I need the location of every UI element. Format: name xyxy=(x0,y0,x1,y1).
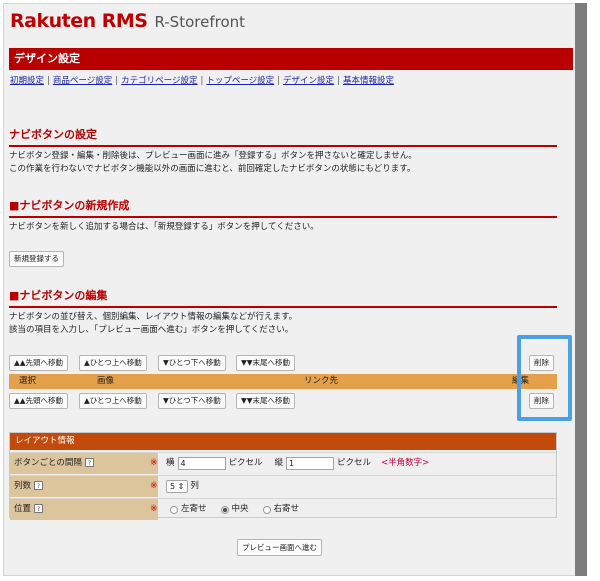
navi-description-line-2: この作業を行わないでナビボタン機能以外の画面に進むと、前回確定したナビボタンの状… xyxy=(9,164,416,174)
vertical-unit: ピクセル xyxy=(337,458,372,468)
delete-buttons-highlight xyxy=(517,335,572,421)
columns-select[interactable]: 5 ⇕ xyxy=(166,480,189,493)
edit-button-heading: ■ナビボタンの編集 xyxy=(9,287,557,308)
rakuten-rms-logo: Rakuten RMS R-Storefront xyxy=(10,10,245,36)
columns-suffix: 列 xyxy=(190,481,199,491)
layout-info-panel: レイアウト情報 ボタンごとの間隔? ※ 横 4 ピクセル 縦 1 ピクセル <半… xyxy=(9,432,557,520)
nav-design-settings[interactable]: デザイン設定 xyxy=(283,76,334,86)
required-mark: ※ xyxy=(150,504,158,514)
columns-label: 列数 xyxy=(14,481,32,491)
nav-separator: | xyxy=(277,76,281,86)
vertical-label: 縦 xyxy=(274,458,284,468)
help-icon[interactable]: ? xyxy=(84,458,94,467)
move-down-button[interactable]: ▼ひとつ下へ移動 xyxy=(158,355,226,371)
logo-brand: Rakuten RMS xyxy=(10,10,148,32)
horizontal-spacing-input[interactable]: 4 xyxy=(177,457,226,470)
navi-description: ナビボタン登録・編集・削除後は、プレビュー画面に進み「登録する」ボタンを押さない… xyxy=(9,150,417,176)
columns-values: 5 ⇕ 列 xyxy=(166,476,199,497)
columns-row: 列数? ※ 5 ⇕ 列 xyxy=(10,475,556,497)
new-register-button[interactable]: 新規登録する xyxy=(9,251,64,267)
new-button-description: ナビボタンを新しく追加する場合は、「新規登録する」ボタンを押してください。 xyxy=(9,222,319,232)
radio-left[interactable] xyxy=(170,505,178,514)
move-up-button[interactable]: ▲ひとつ上へ移動 xyxy=(79,355,147,371)
nav-separator: | xyxy=(115,76,119,86)
vertical-scrollbar[interactable] xyxy=(575,3,587,576)
columns-label-cell: 列数? xyxy=(10,476,158,497)
navi-settings-heading: ナビボタンの設定 xyxy=(9,126,557,147)
horizontal-unit: ピクセル xyxy=(228,458,263,468)
move-top-button[interactable]: ▲▲先頭へ移動 xyxy=(9,355,69,371)
settings-nav: 初期設定 | 商品ページ設定 | カテゴリページ設定 | トップページ設定 | デザイン設定 | 基… xyxy=(10,74,394,86)
select-arrows-icon: ⇕ xyxy=(177,482,185,491)
move-bottom-button[interactable]: ▼▼末尾へ移動 xyxy=(236,355,296,371)
position-label: 位置 xyxy=(14,504,32,514)
nav-separator: | xyxy=(47,76,50,86)
horizontal-label: 横 xyxy=(166,458,175,468)
columns-select-value: 5 xyxy=(170,482,176,491)
radio-right[interactable] xyxy=(262,505,271,514)
move-bottom-button-bottom[interactable]: ▼▼末尾へ移動 xyxy=(236,393,296,409)
nav-top-page[interactable]: トップページ設定 xyxy=(206,76,274,86)
page-title: デザイン設定 xyxy=(9,48,573,70)
vertical-spacing-input[interactable]: 1 xyxy=(286,457,335,470)
navi-description-line-1: ナビボタン登録・編集・削除後は、プレビュー画面に進み「登録する」ボタンを押さない… xyxy=(9,151,417,161)
preview-button[interactable]: プレビュー画面へ進む xyxy=(237,539,322,556)
logo-sub: R-Storefront xyxy=(154,13,246,31)
nav-category-page[interactable]: カテゴリページ設定 xyxy=(121,76,197,86)
nav-product-page[interactable]: 商品ページ設定 xyxy=(53,76,112,86)
required-mark: ※ xyxy=(150,458,158,468)
required-mark: ※ xyxy=(150,481,158,491)
edit-description-line-1: ナビボタンの並び替え、個別編集、レイアウト情報の編集などが行えます。 xyxy=(9,312,298,322)
spacing-row: ボタンごとの間隔? ※ 横 4 ピクセル 縦 1 ピクセル <半角数字> xyxy=(10,452,556,474)
column-select: 選択 xyxy=(19,376,37,386)
spacing-values: 横 4 ピクセル 縦 1 ピクセル <半角数字> xyxy=(166,453,429,474)
nav-separator: | xyxy=(200,76,204,86)
spacing-label: ボタンごとの間隔 xyxy=(14,458,82,468)
nav-basic-info[interactable]: 基本情報設定 xyxy=(343,76,394,86)
radio-left-label: 左寄せ xyxy=(181,504,207,514)
move-top-button-bottom[interactable]: ▲▲先頭へ移動 xyxy=(9,393,69,409)
radio-center[interactable] xyxy=(220,505,229,514)
column-image: 画像 xyxy=(97,376,115,386)
radio-center-label: 中央 xyxy=(231,504,249,514)
radio-right-label: 右寄せ xyxy=(273,504,300,514)
half-width-digits-hint: <半角数字> xyxy=(381,458,430,468)
edit-description: ナビボタンの並び替え、個別編集、レイアウト情報の編集などが行えます。 該当の項目… xyxy=(9,311,297,337)
move-up-button-bottom[interactable]: ▲ひとつ上へ移動 xyxy=(79,393,147,409)
nav-initial-settings[interactable]: 初期設定 xyxy=(10,76,44,86)
help-icon[interactable]: ? xyxy=(34,504,44,513)
position-row: 位置? ※ 左寄せ 中央 右寄せ xyxy=(10,498,556,520)
layout-info-title: レイアウト情報 xyxy=(10,433,556,450)
spacing-label-cell: ボタンごとの間隔? xyxy=(10,453,158,474)
navi-table-header: 選択 画像 リンク先 編集 xyxy=(9,374,557,389)
nav-separator: | xyxy=(337,76,340,86)
new-button-heading: ■ナビボタンの新規作成 xyxy=(9,197,557,218)
position-options: 左寄せ 中央 右寄せ xyxy=(166,499,299,520)
position-label-cell: 位置? xyxy=(10,499,158,520)
column-link: リンク先 xyxy=(304,376,339,386)
edit-description-line-2: 該当の項目を入力し、「プレビュー画面へ進む」ボタンを押してください。 xyxy=(9,325,294,335)
move-down-button-bottom[interactable]: ▼ひとつ下へ移動 xyxy=(158,393,226,409)
help-icon[interactable]: ? xyxy=(34,481,44,490)
